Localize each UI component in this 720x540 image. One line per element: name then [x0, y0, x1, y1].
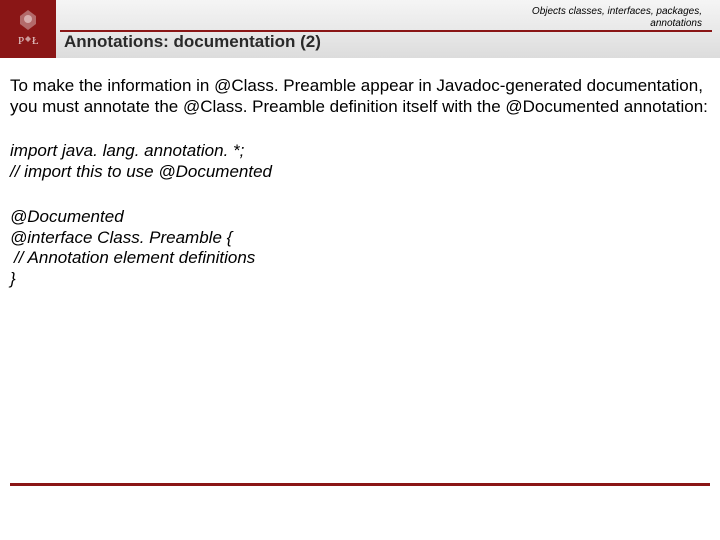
slide-header: Objects classes, interfaces, packages, a… — [0, 0, 720, 58]
code-line: } — [10, 269, 710, 290]
code-line: // Annotation element definitions — [10, 248, 710, 269]
svg-text:P: P — [18, 35, 24, 47]
institution-logo: P Ł — [0, 0, 56, 58]
category-line-2: annotations — [650, 18, 702, 29]
code-block-definition: @Documented @interface Class. Preamble {… — [10, 207, 710, 290]
category-line-1: Objects classes, interfaces, packages, — [532, 6, 702, 17]
category-label: Objects classes, interfaces, packages, a… — [532, 6, 702, 29]
svg-text:Ł: Ł — [32, 35, 39, 47]
slide-title: Annotations: documentation (2) — [64, 32, 321, 52]
footer-rule — [10, 483, 710, 486]
code-line: import java. lang. annotation. *; — [10, 141, 710, 162]
code-line: // import this to use @Documented — [10, 162, 710, 183]
crest-icon: P Ł — [8, 6, 48, 52]
code-line: @interface Class. Preamble { — [10, 228, 710, 249]
slide-content: To make the information in @Class. Pream… — [0, 58, 720, 290]
intro-paragraph: To make the information in @Class. Pream… — [10, 76, 710, 117]
code-block-import: import java. lang. annotation. *; // imp… — [10, 141, 710, 182]
code-line: @Documented — [10, 207, 710, 228]
